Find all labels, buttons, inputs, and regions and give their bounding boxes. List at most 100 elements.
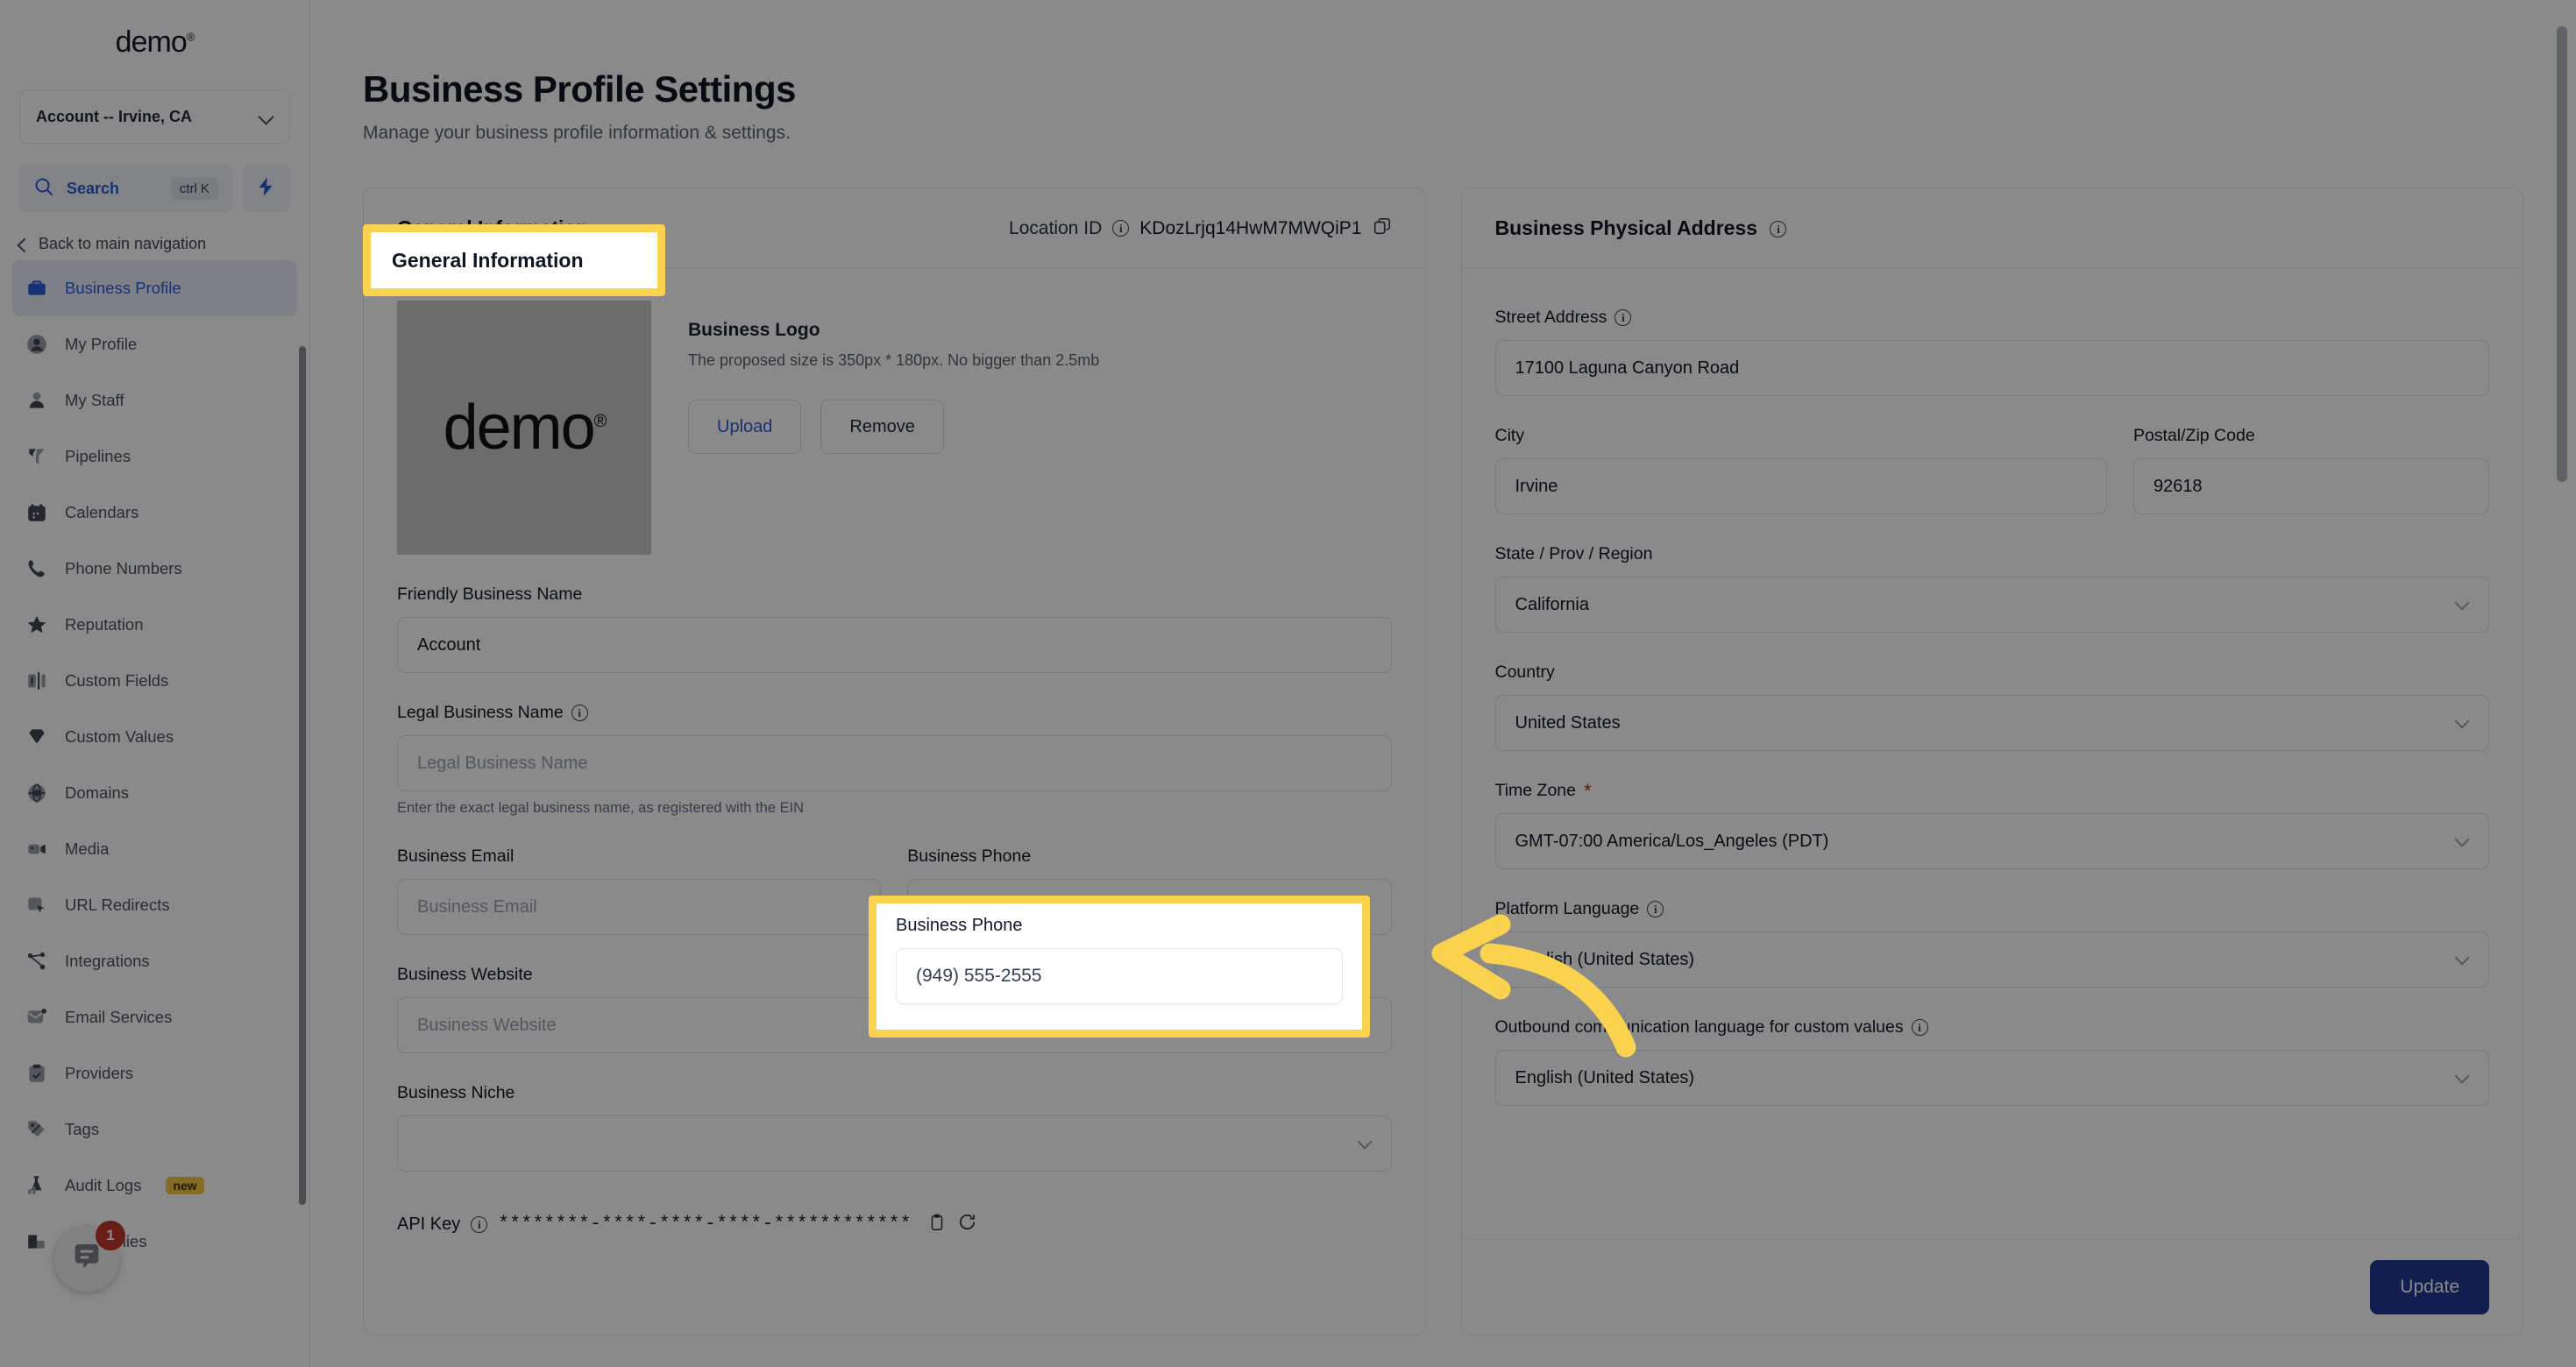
user-circle-icon (25, 332, 49, 357)
remove-button[interactable]: Remove (820, 400, 944, 454)
brand-trademark: ® (186, 30, 195, 44)
brand-logo: demo® (0, 0, 309, 84)
refresh-icon[interactable] (957, 1212, 977, 1236)
sidebar-item-url-redirects[interactable]: URL Redirects (12, 877, 297, 933)
business-niche-select[interactable] (397, 1116, 1392, 1172)
highlight-business-phone-label: Business Phone (896, 916, 1023, 935)
outbound-language-select[interactable]: English (United States) (1494, 1050, 2489, 1106)
chat-widget-button[interactable]: 1 (54, 1221, 125, 1292)
briefcase-icon (25, 276, 49, 301)
info-icon[interactable]: i (1770, 221, 1787, 238)
sidebar-nav: Business Profile My Profile My Staff Pip… (0, 260, 309, 1270)
chevron-down-icon (2456, 834, 2469, 847)
street-address-input[interactable]: 17100 Laguna Canyon Road (1494, 340, 2489, 396)
video-icon (25, 837, 49, 861)
business-logo-preview: demo® (397, 301, 651, 555)
sidebar-scrollbar[interactable] (299, 346, 306, 1205)
info-icon[interactable]: i (1614, 309, 1632, 326)
brand-name: demo (115, 25, 188, 59)
country-select[interactable]: United States (1494, 695, 2489, 751)
postal-code-group: Postal/Zip Code 92618 (2132, 426, 2489, 514)
sidebar-item-calendars[interactable]: Calendars (12, 485, 297, 541)
sidebar-item-reputation[interactable]: Reputation (12, 597, 297, 653)
sidebar-item-providers[interactable]: Providers (12, 1045, 297, 1101)
cursor-box-icon (25, 893, 49, 917)
user-icon (25, 388, 49, 413)
info-icon[interactable]: i (1911, 1019, 1928, 1036)
copy-icon[interactable] (927, 1213, 947, 1236)
state-label: State / Prov / Region (1494, 544, 1653, 563)
sidebar-item-audit-logs[interactable]: Audit Logs new (12, 1158, 297, 1214)
quick-actions-button[interactable] (243, 165, 290, 212)
calendar-icon (25, 500, 49, 525)
search-input[interactable]: Search ctrl K (19, 165, 232, 212)
chat-unread-badge: 1 (96, 1221, 125, 1250)
platform-language-label: Platform Language i (1495, 899, 2490, 919)
required-marker: * (1583, 779, 1592, 802)
sidebar-item-custom-values[interactable]: Custom Values (12, 709, 297, 765)
legal-business-name-label: Legal Business Name i (397, 703, 1392, 723)
sidebar-item-phone-numbers[interactable]: Phone Numbers (12, 541, 297, 597)
chevron-down-icon (2456, 598, 2469, 611)
info-icon[interactable]: i (571, 705, 588, 721)
timezone-select[interactable]: GMT-07:00 America/Los_Angeles (PDT) (1494, 813, 2489, 869)
city-input[interactable]: Irvine (1494, 458, 2107, 514)
info-icon[interactable]: i (471, 1215, 488, 1233)
business-logo-row: demo® Business Logo The proposed size is… (397, 301, 1392, 555)
sidebar-item-domains[interactable]: Domains (12, 765, 297, 821)
sidebar-item-label: Reputation (65, 615, 144, 634)
search-icon (33, 176, 54, 202)
sidebar-item-media[interactable]: Media (12, 821, 297, 877)
address-card-title: Business Physical Address i (1495, 216, 1787, 240)
copy-icon[interactable] (1373, 216, 1392, 240)
info-icon[interactable]: i (1647, 901, 1664, 917)
legal-business-name-input[interactable]: Legal Business Name (397, 735, 1392, 791)
outbound-language-label: Outbound communication language for cust… (1495, 1017, 2490, 1038)
sidebar: demo® Account -- Irvine, CA Search ctrl … (0, 0, 310, 1367)
business-email-input[interactable]: Business Email (397, 879, 882, 935)
account-selector[interactable]: Account -- Irvine, CA (19, 89, 290, 144)
postal-code-input[interactable]: 92618 (2132, 458, 2489, 514)
main-content: Business Profile Settings Manage your bu… (310, 0, 2576, 1367)
sidebar-item-my-profile[interactable]: My Profile (12, 316, 297, 372)
friendly-business-name-input[interactable]: Account (397, 617, 1392, 673)
highlight-business-phone-input[interactable]: (949) 555-2555 (896, 948, 1343, 1004)
city-label: City (1494, 426, 1525, 445)
legal-business-name-label-text: Legal Business Name (397, 703, 564, 722)
page-subtitle: Manage your business profile information… (363, 123, 791, 143)
highlight-business-phone: Business Phone (949) 555-2555 (869, 896, 1370, 1038)
sidebar-item-integrations[interactable]: Integrations (12, 933, 297, 989)
business-logo-actions: Upload Remove (688, 400, 1099, 454)
city-postal-row: City Irvine Postal/Zip Code 92618 (1494, 396, 2489, 514)
street-address-label: Street Address i (1495, 308, 2490, 328)
legal-business-name-group: Legal Business Name i Legal Business Nam… (397, 703, 1392, 817)
main-scrollbar[interactable] (2557, 26, 2567, 482)
update-button[interactable]: Update (2370, 1259, 2489, 1314)
chevron-down-icon (1359, 1137, 1372, 1150)
country-label: Country (1494, 662, 1555, 682)
business-phone-label: Business Phone (907, 846, 1032, 866)
upload-button[interactable]: Upload (688, 400, 802, 454)
sidebar-item-label: Custom Fields (65, 671, 169, 690)
back-to-main-navigation[interactable]: Back to main navigation (16, 235, 290, 253)
platform-language-select[interactable]: English (United States) (1494, 931, 2489, 988)
business-logo-meta: Business Logo The proposed size is 350px… (688, 301, 1099, 555)
sidebar-item-business-profile[interactable]: Business Profile (12, 260, 297, 316)
timezone-label: Time Zone * (1495, 781, 2490, 801)
friendly-business-name-label: Friendly Business Name (397, 584, 583, 604)
state-select[interactable]: California (1494, 577, 2489, 633)
lab-chart-icon (25, 1173, 49, 1198)
sidebar-item-tags[interactable]: Tags (12, 1101, 297, 1158)
sidebar-item-my-staff[interactable]: My Staff (12, 372, 297, 429)
outbound-language-value: English (United States) (1515, 1067, 1695, 1087)
search-shortcut: ctrl K (170, 177, 218, 200)
sidebar-item-email-services[interactable]: Email Services (12, 989, 297, 1045)
sidebar-item-custom-fields[interactable]: Custom Fields (12, 653, 297, 709)
api-key-label: API Key (397, 1214, 461, 1234)
globe-icon (25, 781, 49, 805)
general-information-card: General Information Location ID i KDozLr… (363, 188, 1426, 1335)
info-icon[interactable]: i (1112, 220, 1130, 237)
sidebar-item-pipelines[interactable]: Pipelines (12, 429, 297, 485)
general-card-body: demo® Business Logo The proposed size is… (364, 269, 1425, 1263)
status-badge: new (166, 1177, 204, 1194)
